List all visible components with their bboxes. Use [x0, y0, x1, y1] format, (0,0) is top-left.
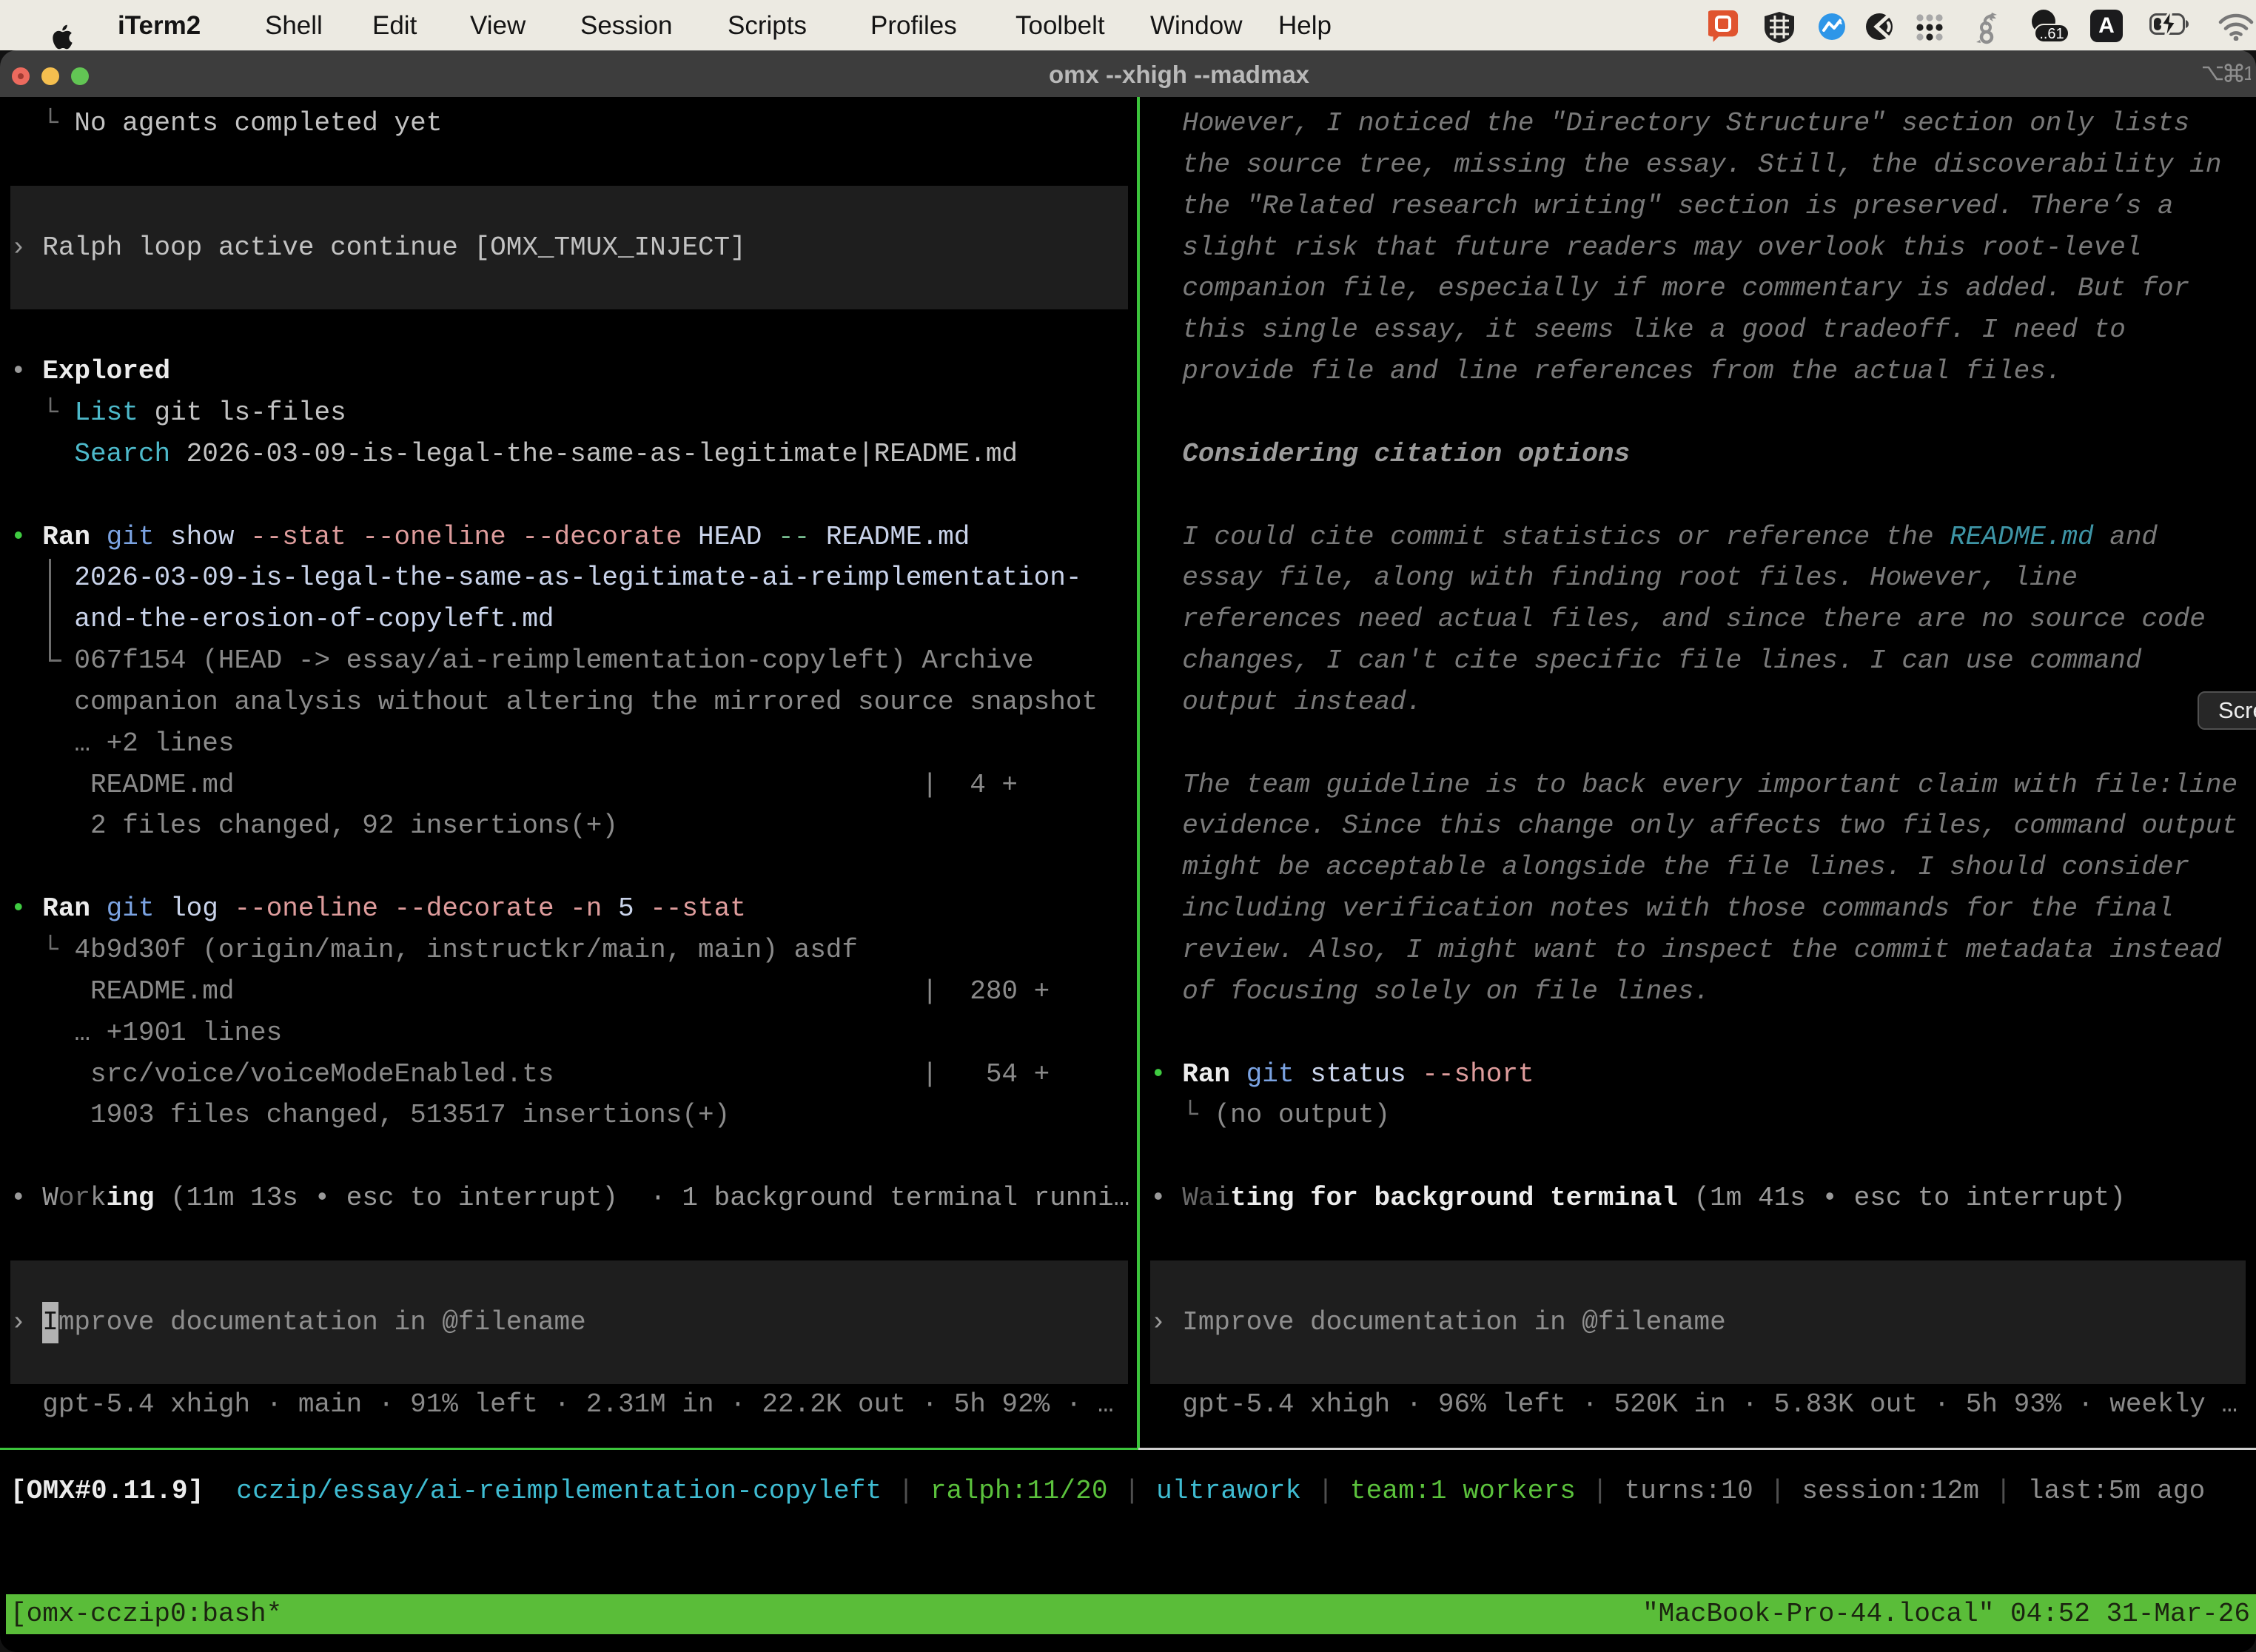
- svg-text:1: 1: [2243, 62, 2251, 84]
- svg-text:..61: ..61: [2039, 26, 2064, 42]
